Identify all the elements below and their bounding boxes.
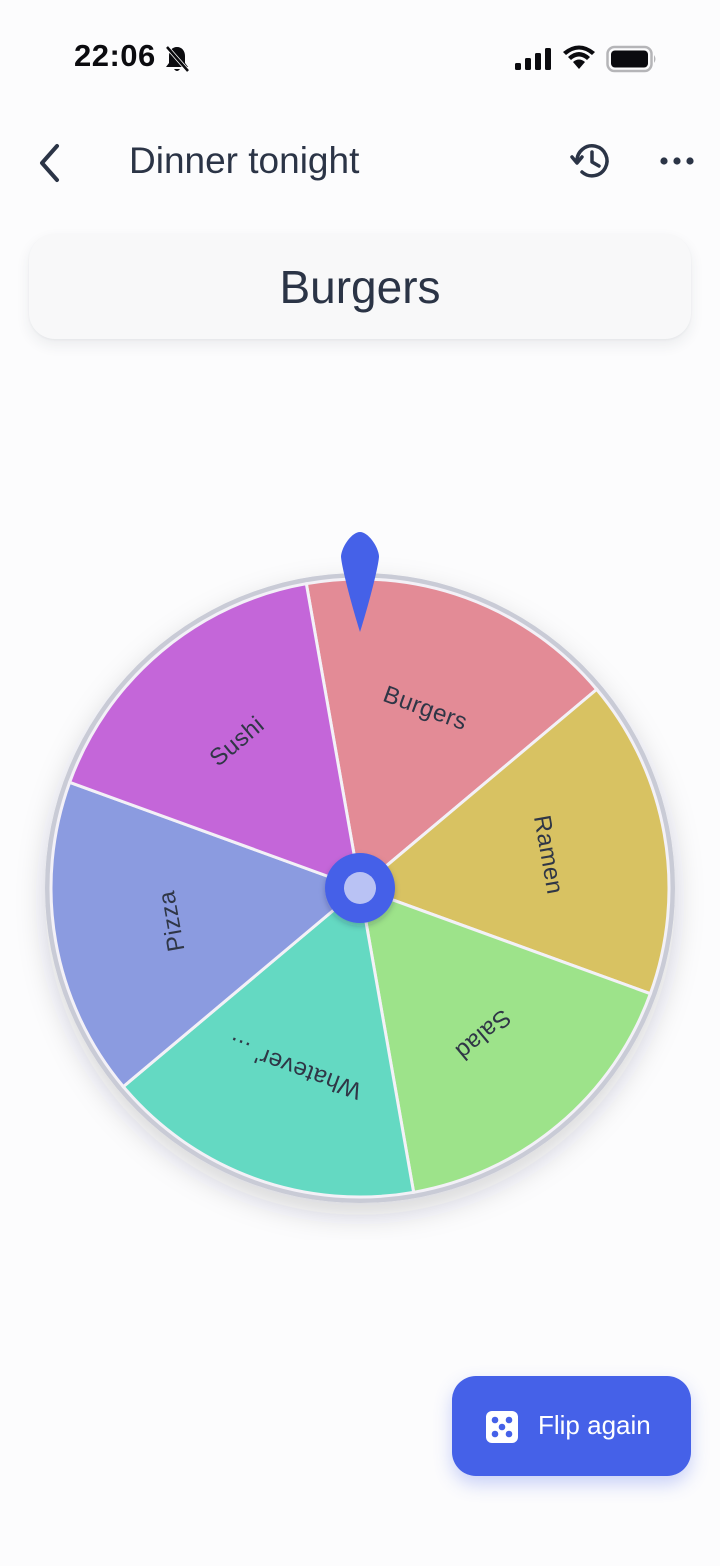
wheel-graphic: BurgersRamenSaladWhatever' ...PizzaSushi [45,532,675,1203]
status-bar: 22:06 [0,0,720,120]
page-title: Dinner tonight [129,140,360,181]
chevron-left-icon [40,144,59,182]
history-button[interactable] [566,136,616,186]
spin-wheel[interactable]: Burgers Ramen Salad Whatever' ... Pizza Sushi [0,520,720,1240]
flip-again-label: Flip again [538,1410,651,1440]
history-icon [570,144,609,178]
wifi-icon [563,45,595,69]
battery-icon [606,45,656,73]
wheel-hub-dot [344,872,376,904]
result-value: Burgers [279,260,441,313]
more-button[interactable] [652,136,702,186]
result-card: Burgers [29,234,691,339]
bell-slash-icon [165,45,190,73]
flip-again-button[interactable]: Flip again [452,1376,691,1476]
back-button[interactable] [24,136,80,192]
dice-icon [486,1411,518,1443]
status-time: 22:06 [74,38,156,73]
ellipsis-icon [660,157,694,165]
cellular-signal-icon [515,48,551,70]
app-header: Dinner tonight [0,120,720,206]
